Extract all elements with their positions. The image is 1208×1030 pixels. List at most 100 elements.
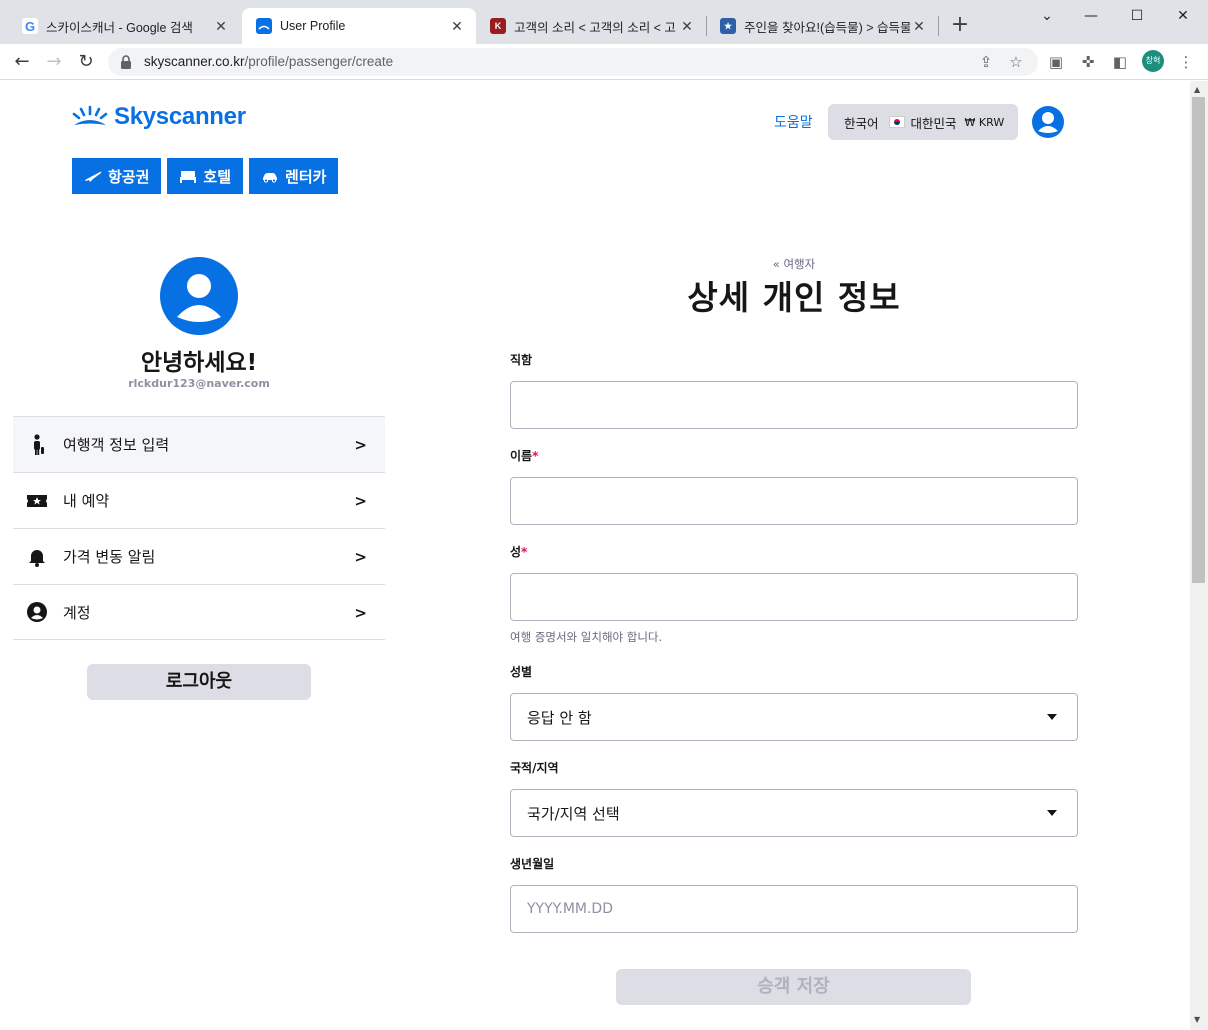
dropdown-caret-icon xyxy=(1047,714,1057,720)
skyscanner-icon xyxy=(256,18,272,34)
browser-tabstrip: G 스카이스캐너 - Google 검색 ✕ User Profile ✕ K … xyxy=(0,0,1208,44)
browser-menu-icon[interactable]: ⋮ xyxy=(1176,52,1196,72)
share-icon[interactable]: ⇪ xyxy=(976,52,996,72)
user-email: rlckdur123@naver.com xyxy=(128,377,270,390)
page-viewport: Skyscanner 도움말 한국어 대한민국 ₩ KRW 항공권 호텔 렌터카… xyxy=(0,81,1190,1030)
tab-title: User Profile xyxy=(280,19,346,33)
address-bar[interactable]: skyscanner.co.kr/profile/passenger/creat… xyxy=(108,48,1038,76)
tab-title: 주인을 찾아요!(습득물) > 습득물 xyxy=(744,20,910,35)
menu-item-traveller-details[interactable]: 여행객 정보 입력 > xyxy=(13,416,385,472)
nationality-select[interactable]: 국가/지역 선택 xyxy=(510,789,1078,837)
required-marker: * xyxy=(532,449,539,463)
scroll-up-icon[interactable]: ▲ xyxy=(1194,85,1200,94)
maximize-button[interactable]: ☐ xyxy=(1114,4,1160,28)
nav-tab-hotels[interactable]: 호텔 xyxy=(167,158,244,194)
minimize-button[interactable]: — xyxy=(1068,4,1114,28)
menu-item-price-alerts[interactable]: 가격 변동 알림 > xyxy=(13,528,385,584)
close-window-button[interactable]: ✕ xyxy=(1160,4,1206,28)
greeting-heading: 안녕하세요! xyxy=(140,350,258,376)
menu-item-account[interactable]: 계정 > xyxy=(13,584,385,640)
country-label: 대한민국 xyxy=(910,115,957,131)
menu-item-label: 계정 xyxy=(63,603,91,622)
chevron-right-icon: > xyxy=(354,548,367,566)
menu-item-my-bookings[interactable]: 내 예약 > xyxy=(13,472,385,528)
side-panel-icon[interactable]: ◧ xyxy=(1110,52,1130,72)
chevron-right-icon: > xyxy=(354,436,367,454)
browser-tab-kac[interactable]: K 고객의 소리 < 고객의 소리 < 고 ✕ xyxy=(476,8,706,44)
car-icon xyxy=(263,173,278,183)
scrollbar-thumb[interactable] xyxy=(1192,97,1205,583)
close-icon[interactable]: ✕ xyxy=(212,18,230,35)
job-title-input[interactable] xyxy=(510,381,1078,429)
chevron-right-icon: > xyxy=(354,604,367,622)
gender-label: 성별 xyxy=(510,665,533,679)
korea-flag-icon xyxy=(888,116,905,128)
page-scrollbar[interactable]: ▲ ▼ xyxy=(1190,81,1208,1030)
url-text: skyscanner.co.kr/profile/passenger/creat… xyxy=(144,54,394,69)
browser-toolbar: ← → ↻ skyscanner.co.kr/profile/passenger… xyxy=(0,44,1208,80)
last-name-hint: 여행 증명서와 일치해야 합니다. xyxy=(510,630,663,644)
last-name-input[interactable] xyxy=(510,573,1078,621)
ticket-icon xyxy=(25,490,49,512)
nav-tab-flights[interactable]: 항공권 xyxy=(72,158,162,194)
logo-text: Skyscanner xyxy=(114,103,246,130)
logout-button[interactable]: 로그아웃 xyxy=(87,664,311,700)
bookmark-star-icon[interactable]: ☆ xyxy=(1006,52,1026,72)
nav-tab-car-hire[interactable]: 렌터카 xyxy=(249,158,339,194)
last-name-label: 성* xyxy=(510,545,528,559)
picture-in-picture-icon[interactable]: ▣ xyxy=(1046,52,1066,72)
lock-icon xyxy=(121,55,131,69)
gender-selected-value: 응답 안 함 xyxy=(527,708,592,727)
police-icon: ★ xyxy=(720,18,736,34)
tab-search-icon[interactable]: ⌄ xyxy=(1024,4,1070,28)
traveller-icon xyxy=(25,433,49,456)
extensions-icon[interactable]: ✜ xyxy=(1078,52,1098,72)
nav-tab-label: 항공권 xyxy=(108,167,150,186)
breadcrumb[interactable]: « 여행자 xyxy=(510,256,1078,272)
browser-tab-user-profile[interactable]: User Profile ✕ xyxy=(242,8,476,44)
help-link[interactable]: 도움말 xyxy=(774,112,813,132)
reload-button[interactable]: ↻ xyxy=(74,50,98,74)
currency-label: ₩ KRW xyxy=(964,115,1005,129)
plane-icon xyxy=(85,171,102,182)
chevron-right-icon: > xyxy=(354,492,367,510)
tab-separator xyxy=(938,16,939,36)
gender-select[interactable]: 응답 안 함 xyxy=(510,693,1078,741)
browser-tab-google[interactable]: G 스카이스캐너 - Google 검색 ✕ xyxy=(8,8,240,44)
skyscanner-sunrise-icon xyxy=(72,105,108,125)
first-name-label: 이름* xyxy=(510,449,539,463)
profile-menu: 여행객 정보 입력 > 내 예약 > 가격 변동 알림 > 계정 > xyxy=(13,416,385,640)
browser-profile-avatar[interactable]: 창혁 xyxy=(1142,50,1164,72)
job-title-label: 직함 xyxy=(510,353,533,367)
menu-item-label: 내 예약 xyxy=(63,492,110,510)
close-icon[interactable]: ✕ xyxy=(910,18,928,35)
scroll-down-icon[interactable]: ▼ xyxy=(1194,1015,1200,1024)
locale-button[interactable]: 한국어 대한민국 ₩ KRW xyxy=(828,104,1018,140)
close-icon[interactable]: ✕ xyxy=(448,18,466,35)
save-passenger-button[interactable]: 승객 저장 xyxy=(616,969,971,1005)
tab-title: 스카이스캐너 - Google 검색 xyxy=(46,20,193,35)
account-circle-icon xyxy=(25,601,49,623)
required-marker: * xyxy=(521,545,528,559)
birthdate-label: 생년월일 xyxy=(510,857,555,871)
language-label: 한국어 xyxy=(844,115,879,131)
nav-tab-label: 호텔 xyxy=(203,167,232,186)
user-avatar xyxy=(160,257,238,335)
nationality-label: 국적/지역 xyxy=(510,761,559,775)
product-nav: 항공권 호텔 렌터카 xyxy=(72,158,339,194)
nationality-selected-value: 국가/지역 선택 xyxy=(527,804,620,823)
browser-tab-police[interactable]: ★ 주인을 찾아요!(습득물) > 습득물 ✕ xyxy=(706,8,938,44)
page-title: 상세 개인 정보 xyxy=(687,278,901,317)
new-tab-button[interactable]: + xyxy=(948,12,972,38)
first-name-input[interactable] xyxy=(510,477,1078,525)
tab-title: 고객의 소리 < 고객의 소리 < 고 xyxy=(514,20,676,35)
close-icon[interactable]: ✕ xyxy=(678,18,696,35)
back-button[interactable]: ← xyxy=(10,50,34,74)
forward-button[interactable]: → xyxy=(42,50,66,74)
menu-item-label: 가격 변동 알림 xyxy=(63,548,156,566)
kac-icon: K xyxy=(490,18,506,34)
skyscanner-logo[interactable]: Skyscanner xyxy=(72,103,246,131)
birthdate-input[interactable]: YYYY.MM.DD xyxy=(510,885,1078,933)
account-icon[interactable] xyxy=(1031,105,1065,139)
bed-icon xyxy=(180,171,197,183)
